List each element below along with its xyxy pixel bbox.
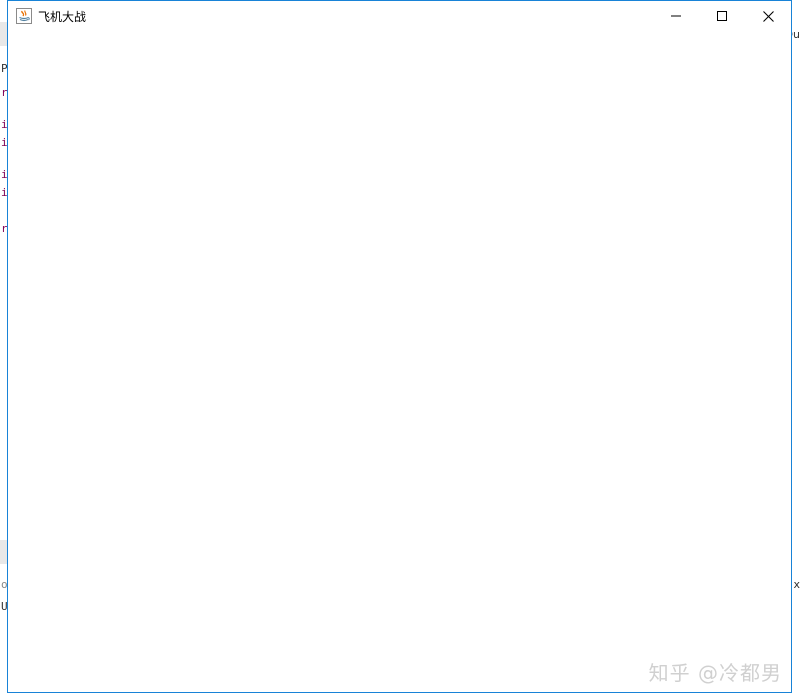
window-title: 飞机大战 bbox=[38, 9, 87, 24]
minimize-button[interactable] bbox=[653, 1, 699, 31]
minimize-icon bbox=[671, 11, 681, 21]
game-canvas[interactable] bbox=[8, 31, 791, 692]
maximize-icon bbox=[717, 11, 727, 21]
window-controls bbox=[653, 1, 791, 31]
close-icon bbox=[762, 10, 774, 22]
close-button[interactable] bbox=[745, 1, 791, 31]
java-icon bbox=[16, 8, 32, 24]
maximize-button[interactable] bbox=[699, 1, 745, 31]
game-window: 飞机大战 bbox=[7, 0, 792, 693]
watermark: 知乎 @冷都男 bbox=[648, 661, 782, 685]
title-bar[interactable]: 飞机大战 bbox=[8, 1, 791, 31]
bg-fragment-right: x bbox=[793, 578, 800, 591]
